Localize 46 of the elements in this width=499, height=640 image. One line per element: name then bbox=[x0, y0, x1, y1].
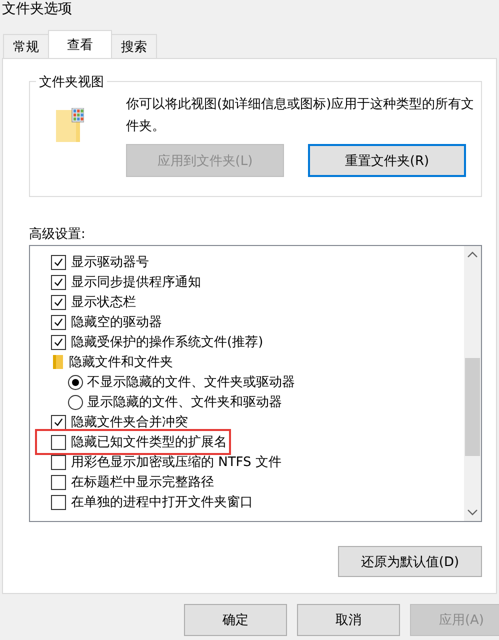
option-label: 用彩色显示加密或压缩的 NTFS 文件 bbox=[71, 454, 282, 471]
checkmark-icon bbox=[53, 296, 64, 308]
option-label: 显示状态栏 bbox=[71, 294, 136, 311]
checkbox[interactable] bbox=[51, 414, 66, 430]
section-title: 高级设置: bbox=[29, 227, 86, 242]
window-title: 文件夹选项 bbox=[2, 1, 72, 17]
checkbox[interactable] bbox=[51, 334, 66, 350]
ok-button[interactable]: 确定 bbox=[184, 604, 287, 636]
checkmark-icon bbox=[53, 316, 64, 328]
tab[interactable]: 查看 bbox=[48, 30, 112, 58]
radio-button[interactable] bbox=[68, 394, 83, 410]
option-label: 隐藏已知文件类型的扩展名 bbox=[71, 434, 227, 451]
reset-folders-button[interactable]: 重置文件夹(R) bbox=[308, 144, 466, 177]
option-label: 隐藏文件和文件夹 bbox=[69, 354, 173, 371]
checkbox[interactable] bbox=[51, 454, 66, 470]
checkmark-icon bbox=[53, 416, 64, 428]
cancel-button[interactable]: 取消 bbox=[297, 604, 400, 636]
option-label: 显示隐藏的文件、文件夹和驱动器 bbox=[87, 394, 282, 411]
tab[interactable]: 搜索 bbox=[111, 34, 157, 58]
option-label: 在标题栏中显示完整路径 bbox=[71, 474, 214, 491]
checkbox[interactable] bbox=[51, 314, 66, 330]
group-title: 文件夹视图 bbox=[36, 73, 107, 91]
checkbox[interactable] bbox=[51, 434, 66, 450]
folder-icon bbox=[53, 355, 63, 369]
option-label: 隐藏文件夹合并冲突 bbox=[71, 414, 188, 431]
checkmark-icon bbox=[53, 336, 64, 348]
checkmark-icon bbox=[53, 256, 64, 268]
checkmark-icon bbox=[53, 276, 64, 288]
checkbox[interactable] bbox=[51, 294, 66, 310]
scrollbar[interactable] bbox=[464, 246, 481, 521]
option-label: 在单独的进程中打开文件夹窗口 bbox=[71, 494, 253, 511]
description-text: 你可以将此视图(如详细信息或图标)应用于这种类型的所有文件夹。 bbox=[126, 96, 476, 136]
option-label: 隐藏空的驱动器 bbox=[71, 314, 162, 331]
option-label: 显示驱动器号 bbox=[71, 254, 149, 271]
scroll-thumb[interactable] bbox=[465, 358, 480, 456]
option-label: 隐藏受保护的操作系统文件(推荐) bbox=[71, 334, 264, 351]
option-label: 显示同步提供程序通知 bbox=[71, 274, 201, 291]
checkbox[interactable] bbox=[51, 474, 66, 490]
radio-button[interactable] bbox=[68, 374, 83, 390]
folder-icon bbox=[56, 108, 84, 142]
restore-defaults-button[interactable]: 还原为默认值(D) bbox=[338, 546, 482, 577]
option-label: 不显示隐藏的文件、文件夹或驱动器 bbox=[87, 374, 295, 391]
tab[interactable]: 常规 bbox=[3, 34, 49, 58]
checkbox[interactable] bbox=[51, 494, 66, 510]
checkbox[interactable] bbox=[51, 274, 66, 290]
checkbox[interactable] bbox=[51, 254, 66, 270]
